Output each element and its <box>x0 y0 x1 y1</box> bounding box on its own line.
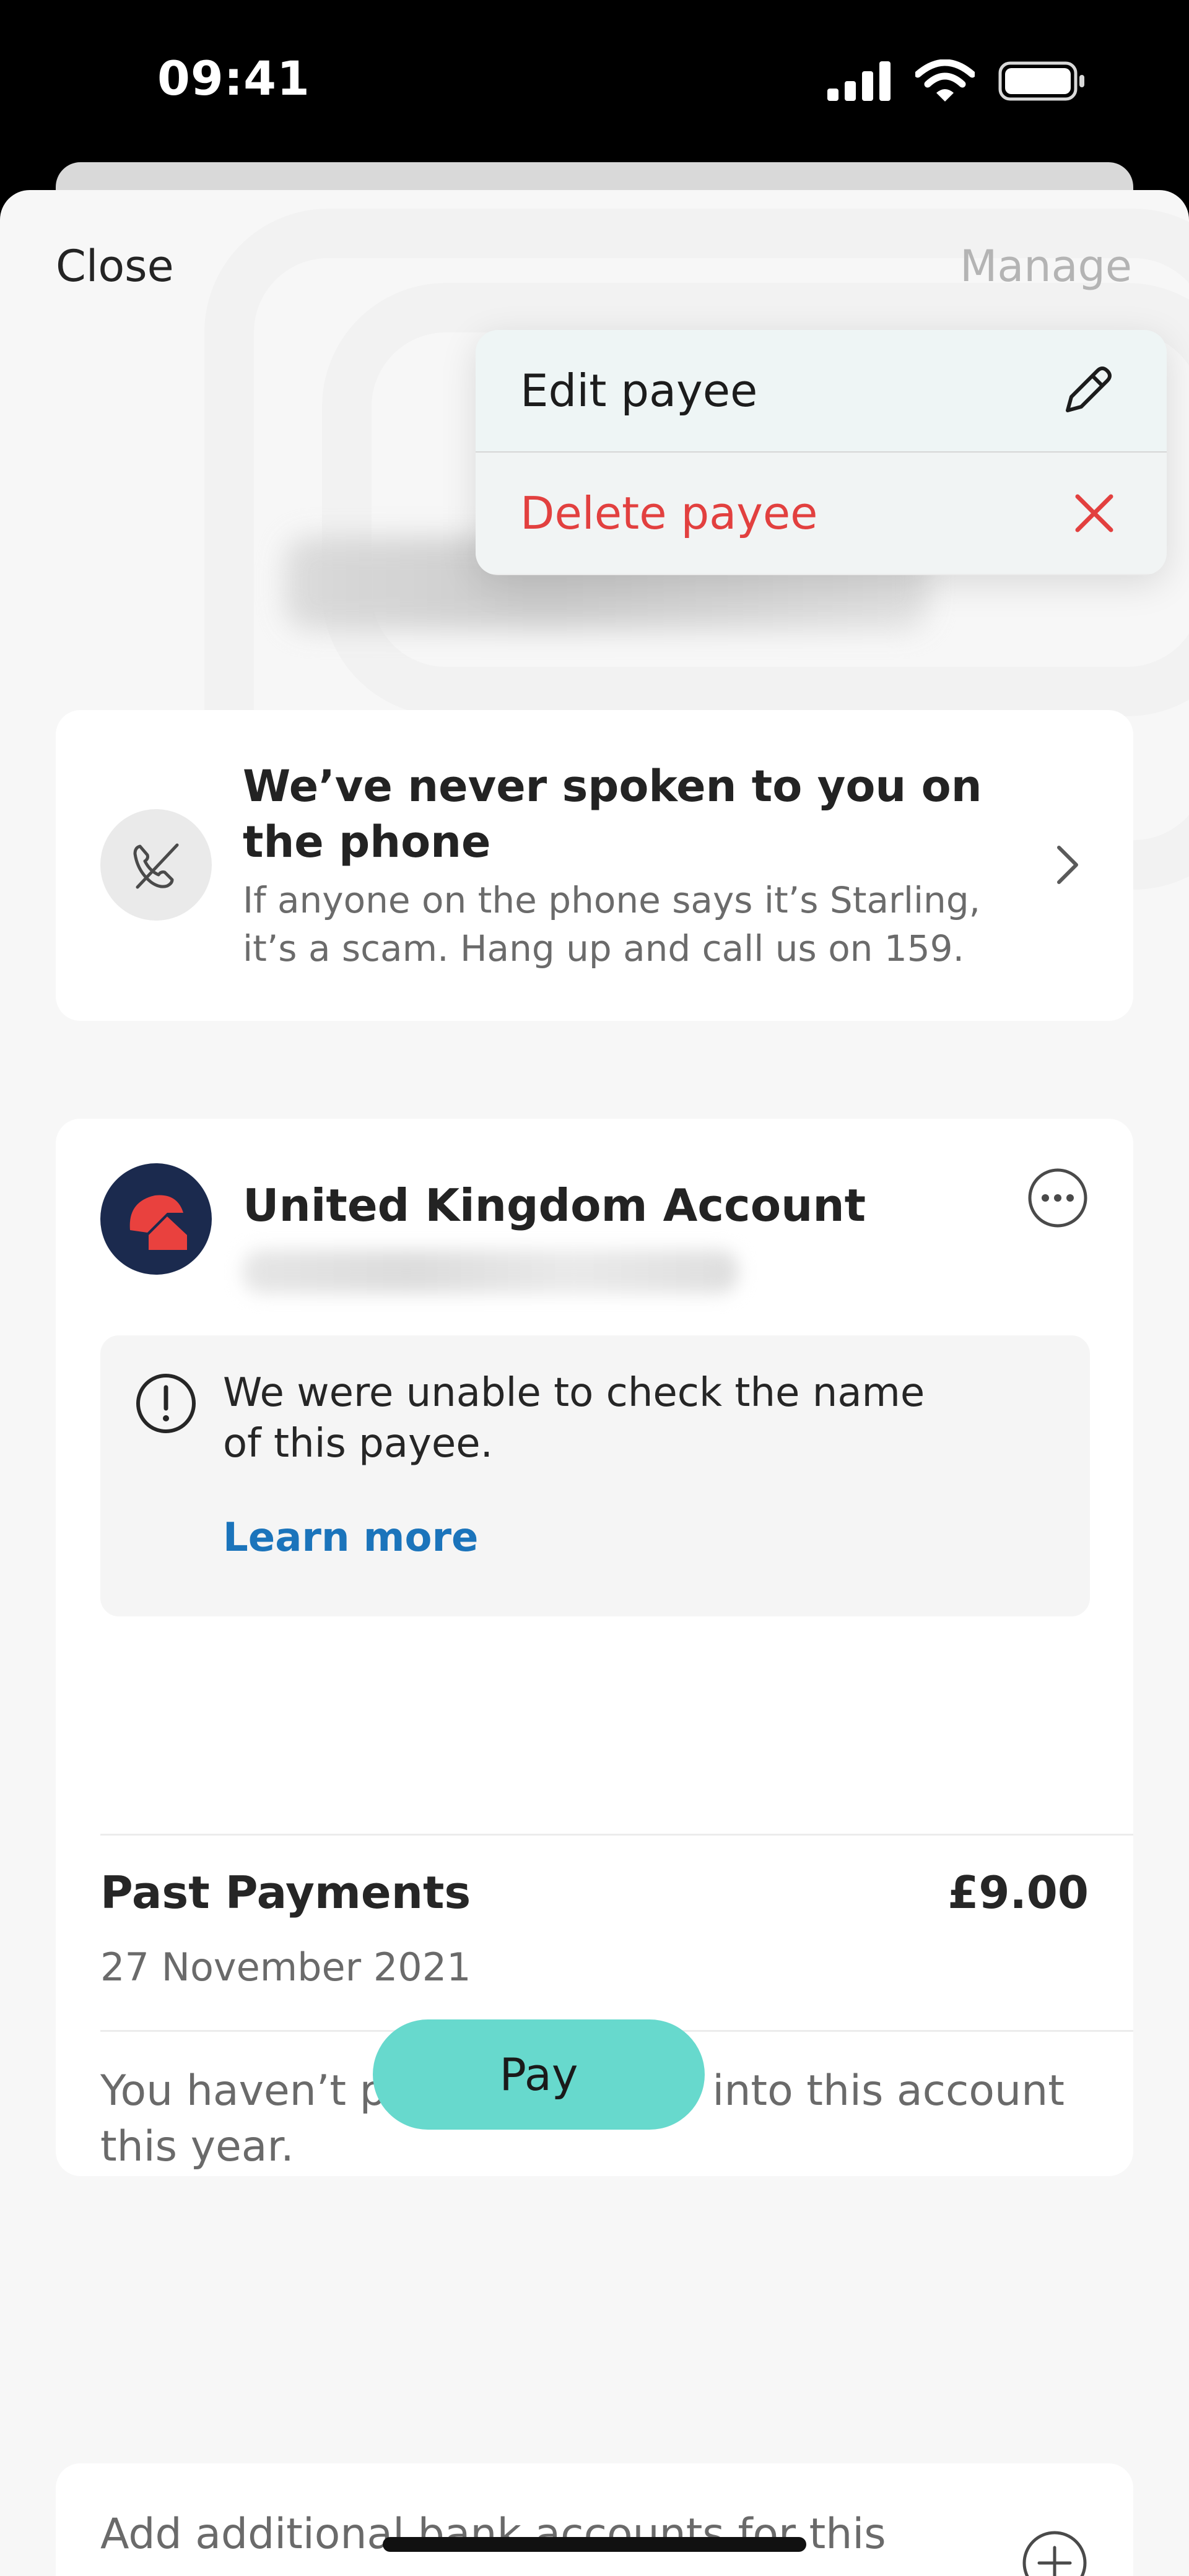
account-details-redacted <box>243 1250 738 1293</box>
battery-icon <box>998 61 1084 101</box>
status-icons <box>827 59 1086 103</box>
past-payments-label: Past Payments <box>100 1867 471 1919</box>
chevron-right-icon <box>1057 846 1078 884</box>
close-button[interactable]: Close <box>56 241 174 292</box>
exclamation-circle-icon <box>136 1374 196 1433</box>
scam-warning-body: If anyone on the phone says it’s Starlin… <box>243 879 981 969</box>
past-payments-amount: £9.00 <box>947 1867 1089 1919</box>
edit-payee-label: Edit payee <box>520 365 758 417</box>
scam-warning-title: We’ve never spoken to you on the phone <box>243 761 982 867</box>
close-x-icon <box>1075 494 1113 532</box>
payee-sheet: Close Manage Edit payee Delete payee We’… <box>0 190 1189 2576</box>
manage-button[interactable]: Manage <box>960 241 1132 292</box>
scam-icon-wrap <box>100 809 212 921</box>
no-phone-icon <box>133 843 179 889</box>
divider <box>100 1834 1133 1836</box>
pay-button[interactable]: Pay <box>373 2019 705 2130</box>
name-check-warning: We were unable to check the name of this… <box>100 1335 1090 1616</box>
wifi-icon <box>915 59 975 102</box>
status-time: 09:41 <box>157 51 310 106</box>
cellular-signal-icon <box>827 61 891 101</box>
home-indicator <box>383 2537 806 2552</box>
plus-circle-icon[interactable] <box>1021 2529 1089 2576</box>
bank-logo-icon <box>129 1195 187 1250</box>
learn-more-link[interactable]: Learn more <box>223 1515 478 1561</box>
name-check-warning-text: We were unable to check the name of this… <box>223 1370 925 1467</box>
delete-payee-label: Delete payee <box>520 487 818 539</box>
add-bank-account-card[interactable]: Add additional bank accounts for this pa… <box>56 2463 1133 2576</box>
account-card: United Kingdom Account We were unable to… <box>56 1119 1133 2176</box>
manage-menu: Edit payee Delete payee <box>476 330 1167 575</box>
edit-payee-menu-item[interactable]: Edit payee <box>476 330 1167 451</box>
account-title: United Kingdom Account <box>243 1179 866 1231</box>
delete-payee-menu-item[interactable]: Delete payee <box>476 453 1167 574</box>
more-options-icon[interactable] <box>1027 1167 1089 1229</box>
scam-warning-card[interactable]: We’ve never spoken to you on the phone I… <box>56 710 1133 1021</box>
pencil-icon <box>1066 366 1112 412</box>
past-payments-date: 27 November 2021 <box>100 1945 471 1990</box>
bank-logo-avatar <box>100 1163 212 1275</box>
